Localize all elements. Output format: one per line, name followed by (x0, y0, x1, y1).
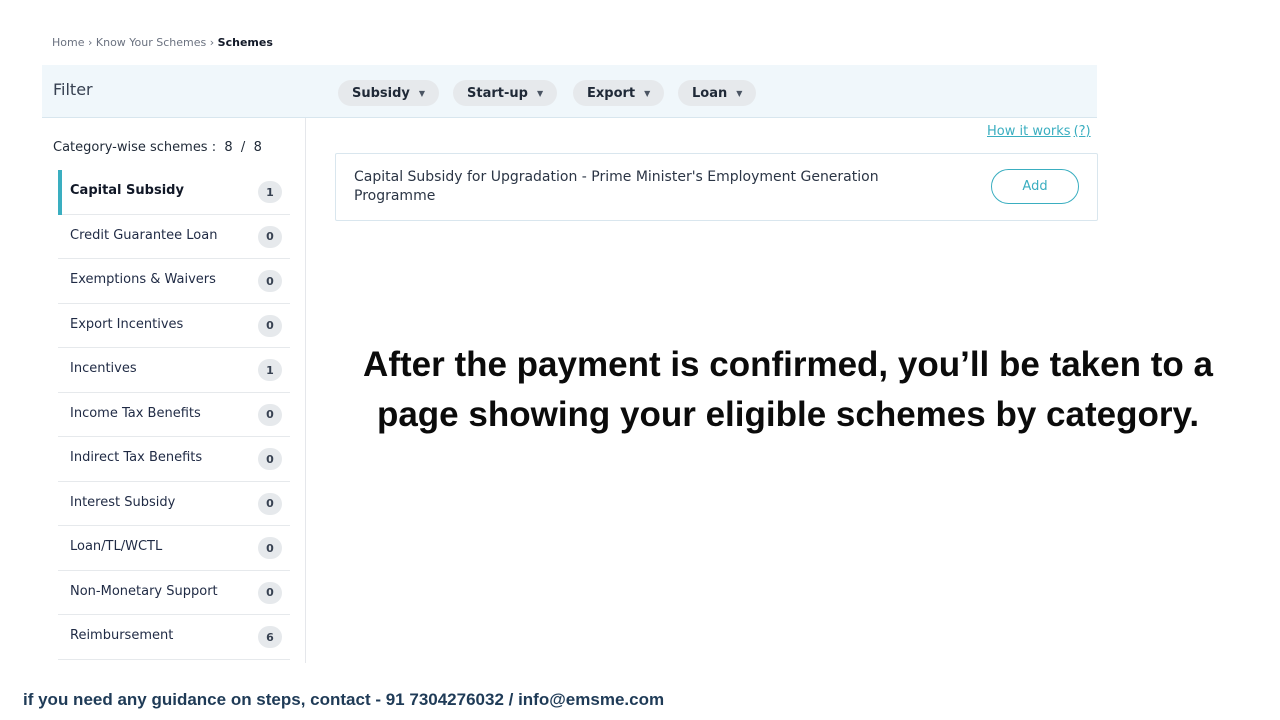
filter-chip-label: Loan (692, 85, 728, 101)
category-item-incentives[interactable]: Incentives 1 (58, 348, 290, 393)
category-count-badge: 1 (258, 359, 282, 381)
chevron-down-icon: ▼ (536, 88, 544, 98)
category-count-badge: 0 (258, 448, 282, 470)
category-label: Incentives (70, 361, 137, 376)
filter-title: Filter (53, 80, 93, 99)
breadcrumb-separator: › (87, 36, 96, 49)
filter-bar: Filter Subsidy ▼ Start-up ▼ Export ▼ Loan ▼ (42, 65, 1097, 118)
breadcrumb-know-your-schemes[interactable]: Know Your Schemes (96, 36, 206, 49)
category-count-badge: 0 (258, 270, 282, 292)
breadcrumb-separator: › (209, 36, 218, 49)
category-item-reimbursement[interactable]: Reimbursement 6 (58, 615, 290, 660)
category-count-badge: 6 (258, 626, 282, 648)
filter-chip-loan[interactable]: Loan ▼ (678, 80, 757, 106)
category-count-badge: 1 (258, 181, 282, 203)
category-count-badge: 0 (258, 537, 282, 559)
category-item-indirect-tax-benefits[interactable]: Indirect Tax Benefits 0 (58, 437, 290, 482)
category-sidebar: Category-wise schemes : 8 / 8 Capital Su… (42, 118, 306, 663)
category-item-credit-guarantee-loan[interactable]: Credit Guarantee Loan 0 (58, 215, 290, 259)
filter-chip-label: Start-up (467, 85, 528, 101)
filter-chip-export[interactable]: Export ▼ (573, 80, 665, 106)
scheme-title: Capital Subsidy for Upgradation - Prime … (354, 169, 879, 204)
category-label: Reimbursement (70, 628, 174, 643)
category-item-interest-subsidy[interactable]: Interest Subsidy 0 (58, 482, 290, 526)
breadcrumb: Home › Know Your Schemes › Schemes (52, 36, 273, 49)
chevron-down-icon: ▼ (736, 88, 743, 98)
category-label: Interest Subsidy (70, 494, 176, 510)
category-item-capital-subsidy[interactable]: Capital Subsidy 1 (58, 170, 290, 215)
filter-chip-subsidy[interactable]: Subsidy ▼ (338, 80, 440, 106)
category-label: Credit Guarantee Loan (70, 227, 218, 243)
how-it-works-link[interactable]: How it works (?) (987, 124, 1091, 139)
filter-chip-label: Subsidy (352, 85, 410, 101)
category-item-non-monetary-support[interactable]: Non-Monetary Support 0 (58, 571, 290, 615)
category-label: Non-Monetary Support (70, 583, 218, 599)
category-item-exemptions-waivers[interactable]: Exemptions & Waivers 0 (58, 259, 290, 304)
category-label: Indirect Tax Benefits (70, 450, 203, 465)
category-item-export-incentives[interactable]: Export Incentives 0 (58, 304, 290, 348)
chevron-down-icon: ▼ (418, 88, 426, 98)
breadcrumb-current: Schemes (217, 36, 273, 49)
breadcrumb-home[interactable]: Home (52, 36, 84, 49)
chevron-down-icon: ▼ (644, 88, 651, 98)
category-label: Income Tax Benefits (70, 405, 201, 421)
filter-chip-startup[interactable]: Start-up ▼ (453, 80, 558, 106)
category-item-income-tax-benefits[interactable]: Income Tax Benefits 0 (58, 393, 290, 437)
add-scheme-button[interactable]: Add (991, 169, 1079, 204)
category-label: Loan/TL/WCTL (70, 539, 163, 554)
category-count-badge: 0 (258, 581, 282, 604)
category-count-badge: 0 (258, 225, 282, 248)
category-count-badge: 0 (258, 492, 282, 515)
filter-chip-label: Export (587, 85, 636, 101)
category-count: Category-wise schemes : 8 / 8 (53, 140, 262, 155)
help-icon: (?) (1073, 124, 1091, 139)
footer-contact: if you need any guidance on steps, conta… (23, 690, 665, 709)
category-count-badge: 0 (258, 314, 282, 337)
category-label: Capital Subsidy (70, 183, 184, 198)
category-label: Export Incentives (70, 316, 184, 332)
category-list: Capital Subsidy 1 Credit Guarantee Loan … (58, 170, 290, 660)
category-count-badge: 0 (258, 403, 282, 426)
caption-overlay: After the payment is confirmed, you’ll b… (363, 345, 1213, 434)
category-label: Exemptions & Waivers (70, 272, 216, 287)
category-item-loan-tl-wctl[interactable]: Loan/TL/WCTL 0 (58, 526, 290, 571)
scheme-card: Capital Subsidy for Upgradation - Prime … (335, 153, 1098, 221)
